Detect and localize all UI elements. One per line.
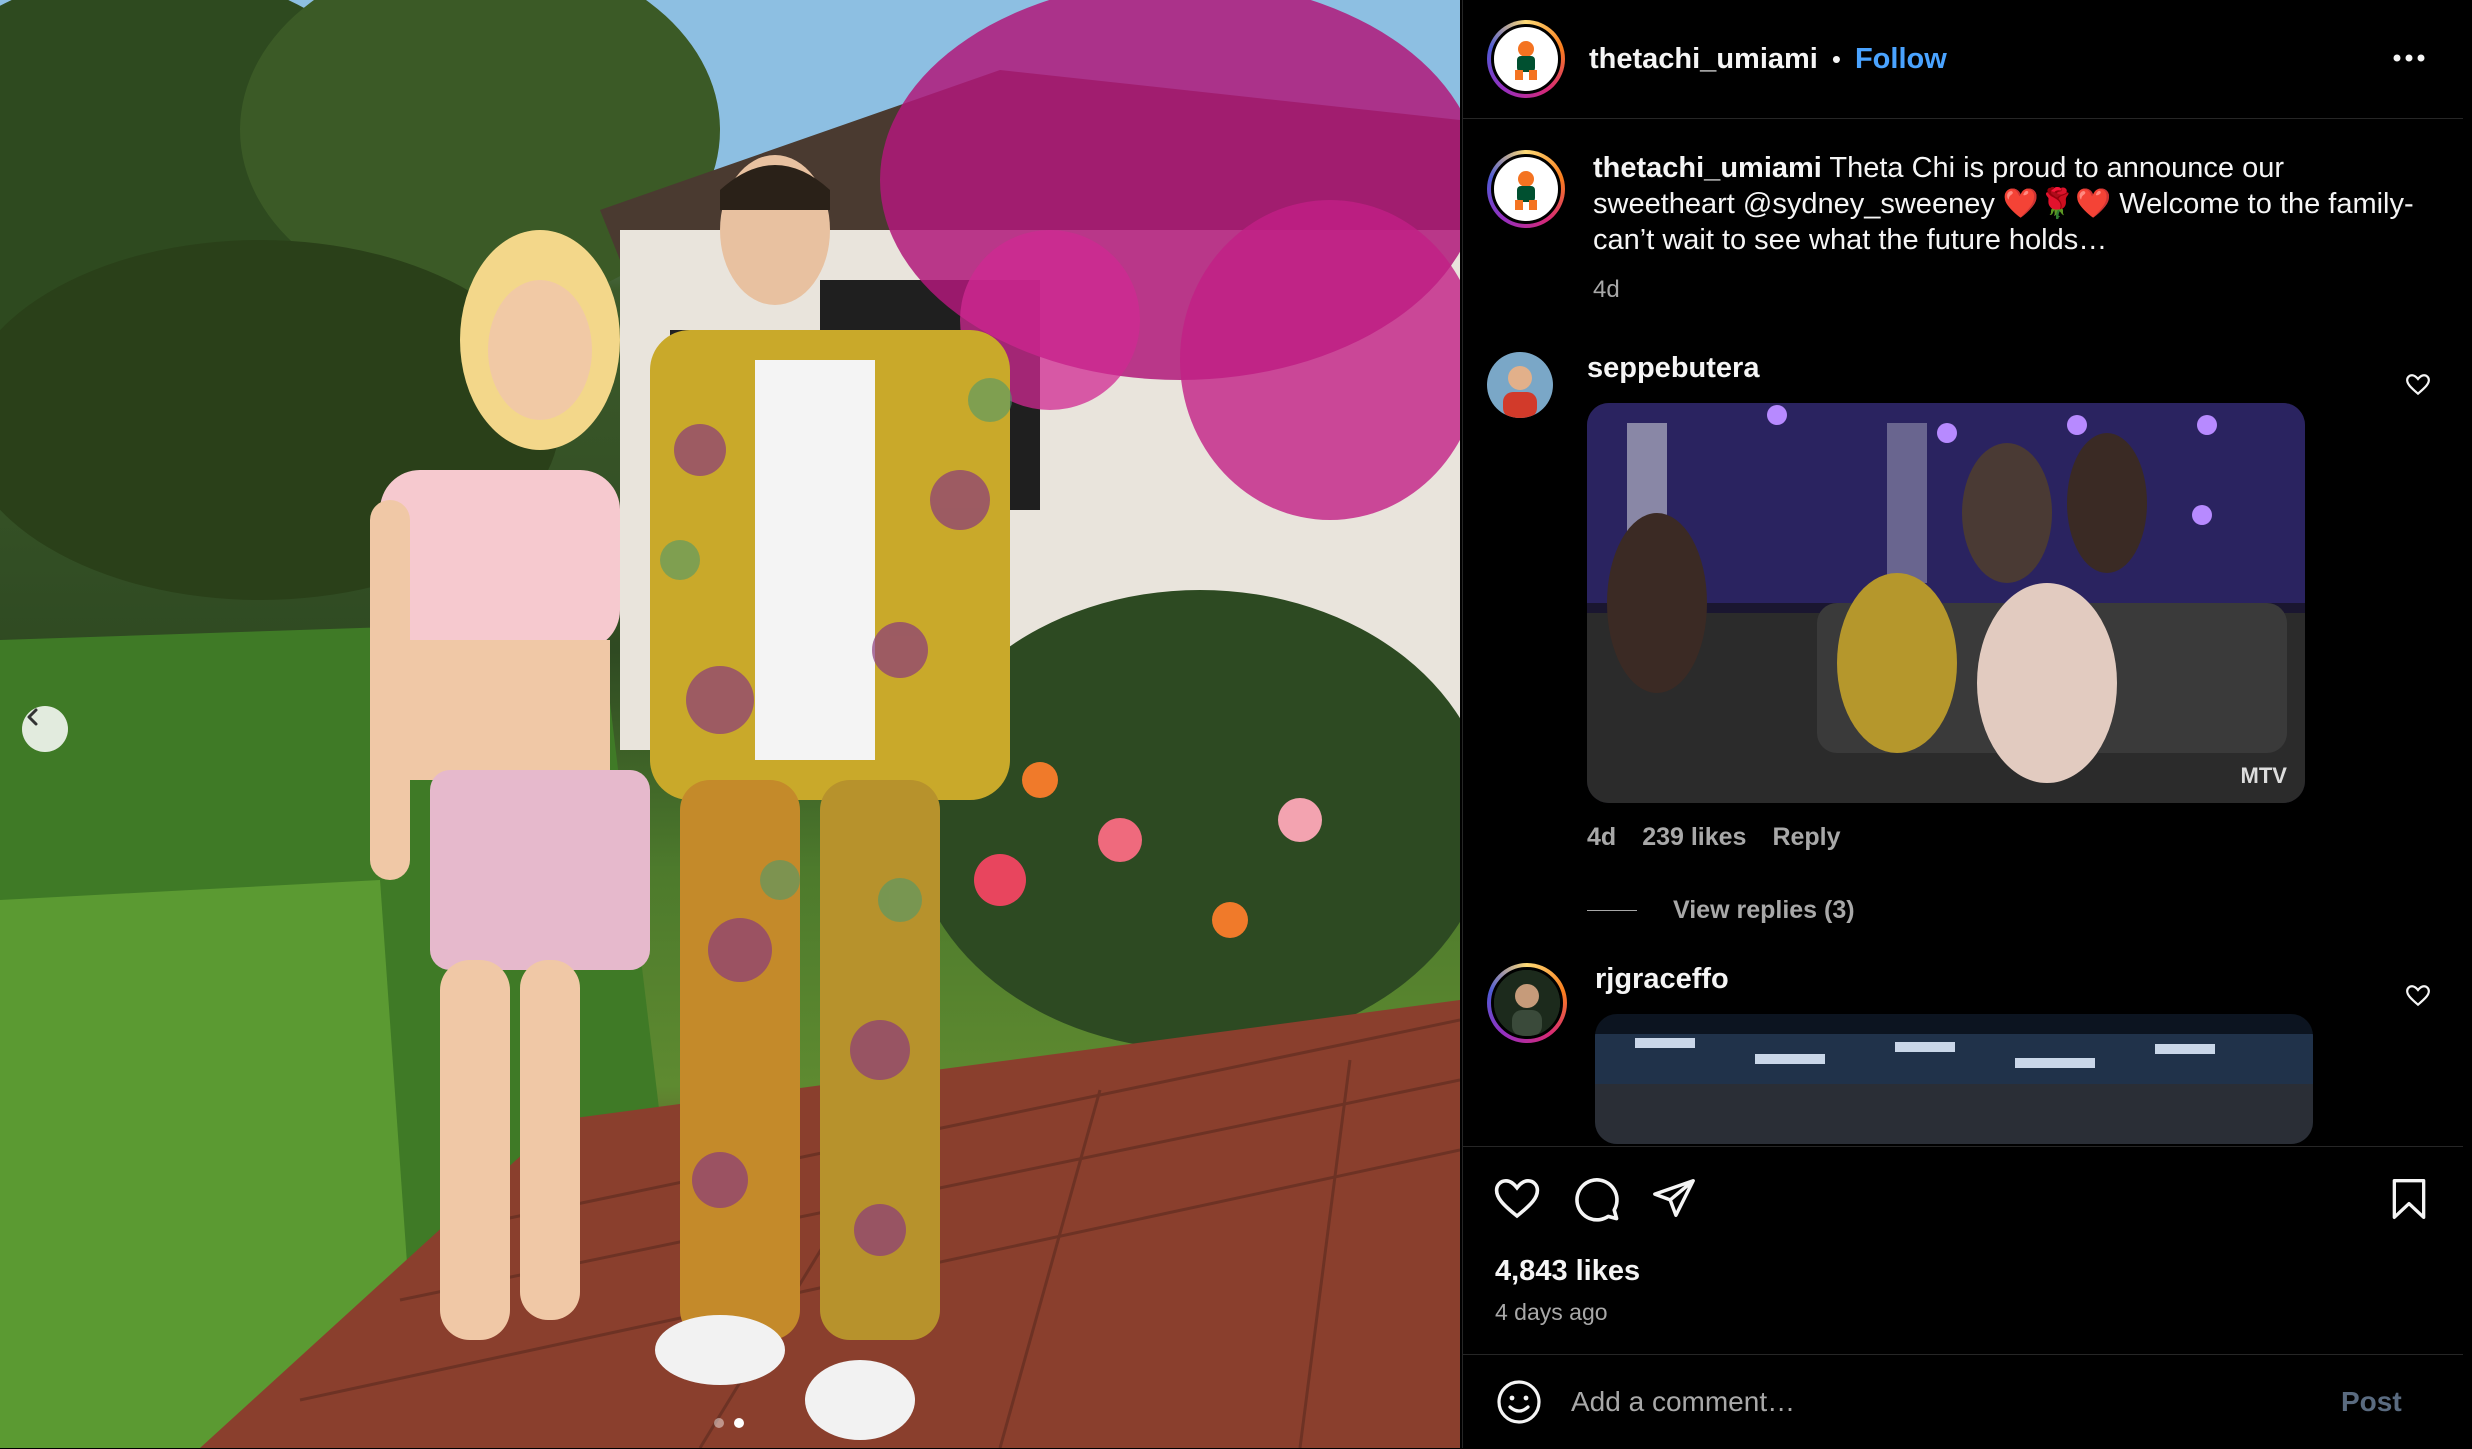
commenter-avatar[interactable] [1487,352,1553,418]
gif-illustration [1595,1014,2313,1144]
share-icon[interactable] [1651,1175,1697,1221]
view-replies-label: View replies (3) [1673,896,1855,924]
comment-username[interactable]: rjgraceffo [1595,963,2315,996]
author-avatar[interactable] [1487,20,1565,98]
caption-username[interactable]: thetachi_umiami [1593,152,1822,184]
view-replies-button[interactable]: View replies (3) [1587,896,2307,925]
carousel-dot-active [734,1418,744,1428]
author-username[interactable]: thetachi_umiami [1589,43,1818,76]
comment-username[interactable]: seppebutera [1587,352,2307,385]
post-caption: thetachi_umiami Theta Chi is proud to an… [1487,150,2447,308]
photo-illustration [0,0,1460,1448]
carousel-dot [714,1418,724,1428]
bookmark-icon[interactable] [2387,1175,2431,1223]
emoji-icon[interactable] [1495,1378,1543,1426]
avatar-photo [1494,970,1560,1036]
comment-meta: 4d 239 likes Reply [1587,823,2307,852]
gif-watermark: MTV [2240,763,2287,788]
ibis-mascot-icon [1515,171,1537,210]
ibis-mascot-icon [1515,41,1537,80]
reply-button[interactable]: Reply [1772,823,1840,852]
gif-illustration [1587,403,2305,803]
heart-icon[interactable] [1493,1175,1541,1223]
more-icon[interactable] [2391,40,2427,76]
divider-line [1587,910,1637,911]
follow-button[interactable]: Follow [1855,43,1947,76]
comment-likes[interactable]: 239 likes [1642,823,1746,852]
post-header: thetachi_umiami • Follow [1463,0,2463,119]
post-actions: 4,843 likes 4 days ago [1463,1146,2463,1347]
comment-gif[interactable] [1595,1014,2313,1144]
comment-item: seppebutera MTV 4d 239 likes Reply View … [1487,352,2447,925]
comments-list[interactable]: thetachi_umiami Theta Chi is proud to an… [1463,120,2463,1145]
previous-photo-button[interactable] [22,706,68,752]
comment-input[interactable] [1569,1385,2333,1419]
comment-like-icon[interactable] [2405,372,2431,398]
chevron-left-icon [27,708,38,726]
likes-count[interactable]: 4,843 likes [1495,1255,1640,1288]
comment-icon[interactable] [1573,1175,1621,1223]
add-comment-bar: Post [1463,1354,2463,1449]
carousel-indicator [714,1418,744,1428]
post-comment-button[interactable]: Post [2341,1386,2402,1418]
post-date[interactable]: 4 days ago [1495,1299,1608,1326]
comment-time: 4d [1587,823,1617,851]
caption-time: 4d [1593,276,1620,303]
comment-like-icon[interactable] [2405,983,2431,1009]
commenter-avatar[interactable] [1487,963,1567,1043]
avatar-photo [1487,352,1553,418]
comment-gif[interactable]: MTV [1587,403,2305,803]
post-side-panel: thetachi_umiami • Follow thetachi_umiami… [1462,0,2472,1448]
comment-item: rjgraceffo [1487,963,2447,1144]
caption-avatar[interactable] [1487,150,1565,228]
separator-dot: • [1831,43,1841,74]
post-photo[interactable] [0,0,1460,1448]
